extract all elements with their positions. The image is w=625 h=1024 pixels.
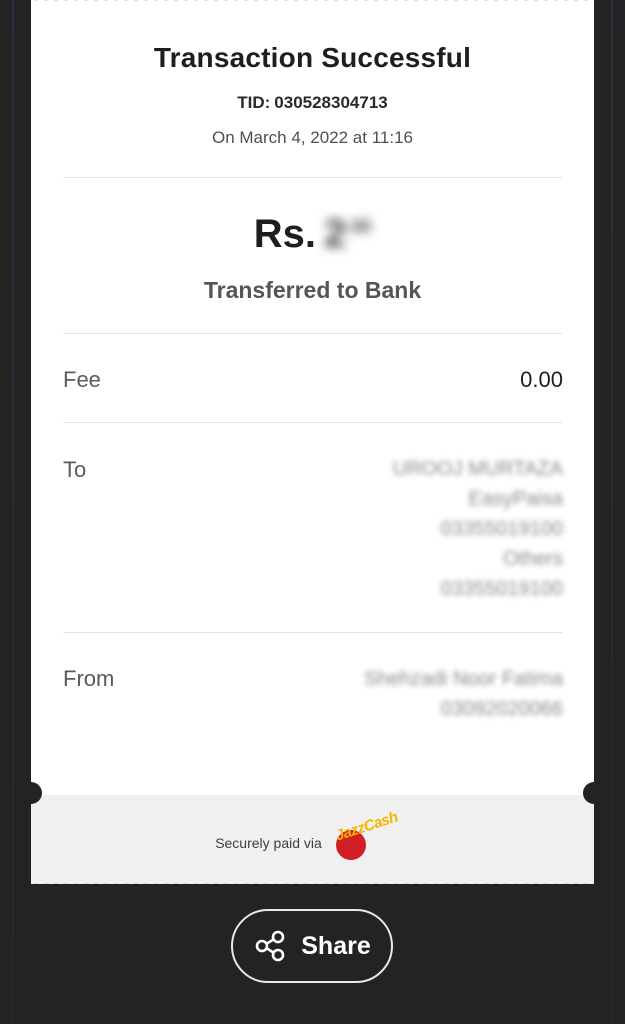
share-button[interactable]: Share <box>231 909 393 983</box>
divider <box>63 632 562 633</box>
recipient-name: UROOJ MURTAZA <box>392 458 563 480</box>
recipient-category: Others <box>502 548 563 570</box>
sender-number: 03092020066 <box>440 698 563 720</box>
fee-value: 0.00 <box>520 367 563 392</box>
tid-label: TID: <box>237 93 271 112</box>
share-icon <box>255 930 285 962</box>
recipient-number: 03355019100 <box>440 578 563 600</box>
share-label: Share <box>301 931 371 960</box>
transaction-date: On March 4, 2022 at 11:16 <box>212 128 413 147</box>
divider <box>63 177 562 178</box>
receipt-notch-left <box>20 782 42 804</box>
secure-payment-note: Securely paid via JazzCash <box>31 809 594 860</box>
sender-name: Shehzadi Noor Fatima <box>364 668 563 690</box>
to-label: To <box>63 457 87 482</box>
from-label: From <box>63 666 115 691</box>
secure-text: Securely paid via <box>215 835 322 851</box>
transaction-type: Transferred to Bank <box>203 277 422 303</box>
recipient-account: 03355019100 <box>440 518 563 540</box>
divider <box>63 333 562 334</box>
divider <box>63 422 562 423</box>
amount-value-blurred: 2.00 <box>323 212 372 256</box>
page-title: Transaction Successful <box>153 42 472 73</box>
jazzcash-logo: JazzCash <box>333 809 410 860</box>
recipient-bank: EasyPaisa <box>468 488 564 510</box>
tid-value: 030528304713 <box>274 93 388 112</box>
transaction-id: TID: 030528304713 <box>31 93 594 113</box>
receipt-notch-right <box>583 782 605 804</box>
frame-edge-right <box>611 0 613 1024</box>
recipient-details-blurred: UROOJ MURTAZA EasyPaisa 03355019100 Othe… <box>393 454 563 604</box>
amount: Rs. 2.00 <box>31 212 594 257</box>
receipt-card: Transaction Successful TID: 030528304713 … <box>31 0 594 888</box>
fee-label: Fee <box>63 367 101 392</box>
sender-details-blurred: Shehzadi Noor Fatima 03092020066 <box>364 664 563 724</box>
frame-edge-left <box>12 0 14 1024</box>
currency-label: Rs. <box>253 212 316 256</box>
screen: Transaction Successful TID: 030528304713 … <box>0 0 625 1024</box>
